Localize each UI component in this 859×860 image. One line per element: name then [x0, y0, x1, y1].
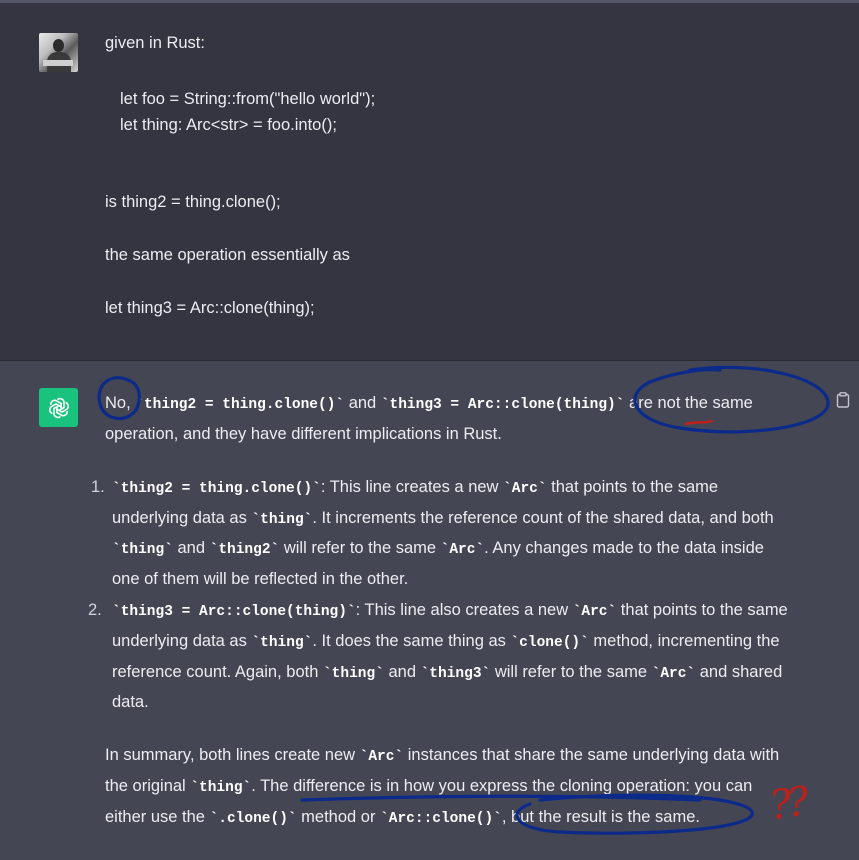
item1-line-3: `thing` and `thing2` will refer to the s… — [112, 539, 764, 558]
user-code-line-2: let thing: Arc<str> = foo.into(); — [120, 116, 337, 134]
openai-logo-icon — [39, 388, 78, 427]
clipboard-icon[interactable] — [836, 392, 850, 408]
summary-line-2: the original `thing`. The difference is … — [105, 777, 753, 796]
item2-line-1: `thing3 = Arc::clone(thing)`: This line … — [112, 601, 788, 620]
item2-line-3: reference count. Again, both `thing` and… — [112, 663, 783, 682]
summary-line-3: either use the `.clone()` method or `Arc… — [105, 808, 700, 827]
answer-line-2: operation, and they have different impli… — [105, 425, 502, 443]
user-question-line-3: let thing3 = Arc::clone(thing); — [105, 299, 315, 317]
item1-line-2: underlying data as `thing`. It increment… — [112, 509, 774, 528]
ink-question-marks: ?? — [766, 778, 808, 830]
item1-line-1: `thing2 = thing.clone()`: This line crea… — [112, 478, 719, 497]
list-number-2: 2. — [88, 601, 102, 619]
item1-line-4: one of them will be reflected in the oth… — [112, 570, 409, 588]
user-question-line-1: is thing2 = thing.clone(); — [105, 193, 281, 211]
user-message: given in Rust: let foo = String::from("h… — [0, 3, 859, 360]
answer-line-1: No, `thing2 = thing.clone()` and `thing3… — [105, 394, 753, 413]
summary-line-1: In summary, both lines create new `Arc` … — [105, 746, 780, 765]
item2-line-4: data. — [112, 693, 149, 711]
user-avatar — [39, 33, 78, 72]
list-number-1: 1. — [91, 478, 105, 496]
user-question-line-2: the same operation essentially as — [105, 246, 350, 264]
user-intro: given in Rust: — [105, 34, 205, 52]
item2-line-2: underlying data as `thing`. It does the … — [112, 632, 780, 651]
